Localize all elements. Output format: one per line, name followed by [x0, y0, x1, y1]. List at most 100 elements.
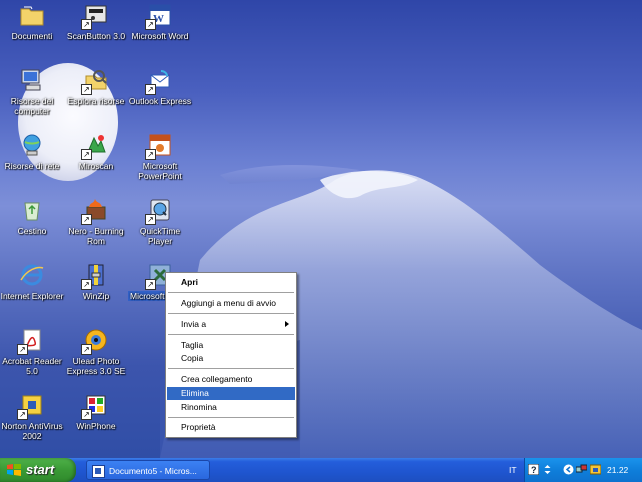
security-tray-icon[interactable] [590, 464, 601, 475]
taskbar: start Documento5 - Micros... IT ? 21.22 [0, 458, 642, 482]
shortcut-arrow-icon: ↗ [145, 84, 156, 95]
desktop-icon-winphone[interactable]: ↗ WinPhone [64, 392, 128, 431]
recycle-bin-icon [19, 197, 45, 223]
icon-label: Documenti [11, 31, 53, 41]
icon-label: Cestino [17, 226, 47, 236]
ulead-icon: ↗ [81, 327, 109, 355]
taskbar-button-documento5[interactable]: Documento5 - Micros... [86, 460, 210, 480]
icon-label: Nero - Burning Rom [68, 226, 124, 246]
icon-label: Acrobat Reader 5.0 [2, 356, 62, 376]
shortcut-arrow-icon: ↗ [81, 84, 92, 95]
shortcut-arrow-icon: ↗ [81, 149, 92, 160]
desktop-icon-documenti[interactable]: Documenti [0, 2, 64, 41]
desktop[interactable]: Documenti Risorse del computer Risorse d… [0, 0, 642, 458]
shortcut-arrow-icon: ↗ [81, 344, 92, 355]
desktop-icon-esplora-risorse[interactable]: ↗ Esplora risorse [64, 67, 128, 106]
desktop-icon-winzip[interactable]: ↗ WinZip [64, 262, 128, 301]
desktop-icon-acrobat-reader[interactable]: ↗ Acrobat Reader 5.0 [0, 327, 64, 376]
explorer-icon: ↗ [81, 67, 109, 95]
menu-separator [168, 292, 294, 293]
submenu-arrow-icon [285, 321, 289, 327]
shortcut-arrow-icon: ↗ [81, 409, 92, 420]
shortcut-arrow-icon: ↗ [145, 214, 156, 225]
icon-label: Microsoft PowerPoint [138, 161, 182, 181]
internet-explorer-icon [19, 262, 45, 288]
desktop-icon-cestino[interactable]: Cestino [0, 197, 64, 236]
desktop-icon-nero[interactable]: ↗ Nero - Burning Rom [64, 197, 128, 246]
language-indicator[interactable]: IT [509, 458, 517, 482]
menu-item-crea-collegamento[interactable]: Crea collegamento [167, 373, 295, 386]
menu-item-elimina[interactable]: Elimina [167, 387, 295, 400]
icon-label: Norton AntiVirus 2002 [1, 421, 63, 441]
menu-item-proprieta[interactable]: Proprietà [167, 421, 295, 434]
menu-item-apri[interactable]: Apri [167, 276, 295, 289]
menu-item-rinomina[interactable]: Rinomina [167, 401, 295, 414]
folder-icon [19, 2, 45, 28]
miroscan-icon: ↗ [81, 132, 109, 160]
quicktime-icon: ↗ [145, 197, 173, 225]
shortcut-arrow-icon: ↗ [17, 344, 28, 355]
desktop-icon-internet-explorer[interactable]: Internet Explorer [0, 262, 64, 301]
icon-label: Outlook Express [128, 96, 192, 106]
menu-item-invia-a[interactable]: Invia a [167, 318, 295, 331]
powerpoint-icon: ↗ [145, 132, 173, 160]
icon-label: WinPhone [76, 421, 116, 431]
menu-item-copia[interactable]: Copia [167, 352, 295, 365]
menu-separator [168, 417, 294, 418]
shortcut-arrow-icon: ↗ [145, 19, 156, 30]
icon-label: Risorse del computer [10, 96, 54, 116]
word-icon: W ↗ [145, 2, 173, 30]
menu-separator [168, 313, 294, 314]
start-button[interactable]: start [0, 458, 76, 482]
help-icon[interactable]: ? [528, 464, 539, 475]
desktop-icon-quicktime[interactable]: ↗ QuickTime Player [128, 197, 192, 246]
desktop-icon-risorse-computer[interactable]: Risorse del computer [0, 67, 64, 116]
winphone-icon: ↗ [81, 392, 109, 420]
shortcut-arrow-icon: ↗ [81, 279, 92, 290]
system-tray: ? 21.22 [524, 458, 642, 482]
shortcut-arrow-icon: ↗ [145, 279, 156, 290]
tray-arrows-icon[interactable] [542, 464, 553, 475]
desktop-icon-miroscan[interactable]: ↗ Miroscan [64, 132, 128, 171]
scanner-icon: ↗ [81, 2, 109, 30]
desktop-icon-word[interactable]: W ↗ Microsoft Word [128, 2, 192, 41]
desktop-icon-norton-antivirus[interactable]: ↗ Norton AntiVirus 2002 [0, 392, 64, 441]
desktop-icon-scanbutton[interactable]: ↗ ScanButton 3.0 [64, 2, 128, 41]
icon-label: Risorse di rete [4, 161, 60, 171]
shortcut-arrow-icon: ↗ [17, 409, 28, 420]
icon-label: Internet Explorer [0, 291, 64, 301]
start-label: start [26, 462, 55, 477]
icon-label: Esplora risorse [67, 96, 125, 106]
icon-label: Miroscan [78, 161, 114, 171]
winzip-icon: ↗ [81, 262, 109, 290]
outlook-express-icon: ↗ [145, 67, 173, 95]
norton-icon: ↗ [17, 392, 45, 420]
desktop-icon-outlook-express[interactable]: ↗ Outlook Express [128, 67, 192, 106]
network-icon [19, 132, 45, 158]
tray-expand-icon[interactable] [563, 464, 574, 475]
menu-item-aggiungi-menu-avvio[interactable]: Aggiungi a menu di avvio [167, 297, 295, 310]
acrobat-icon: ↗ [17, 327, 45, 355]
desktop-icon-risorse-rete[interactable]: Risorse di rete [0, 132, 64, 171]
icon-label: Ulead Photo Express 3.0 SE [66, 356, 126, 376]
nero-icon: ↗ [81, 197, 109, 225]
icon-label: Microsoft Word [131, 31, 189, 41]
menu-separator [168, 334, 294, 335]
taskbar-button-label: Documento5 - Micros... [109, 466, 197, 476]
clock[interactable]: 21.22 [607, 458, 628, 482]
shortcut-arrow-icon: ↗ [145, 149, 156, 160]
computer-icon [19, 67, 45, 93]
menu-separator [168, 368, 294, 369]
svg-text:?: ? [531, 465, 537, 475]
shortcut-arrow-icon: ↗ [81, 19, 92, 30]
windows-flag-icon [7, 464, 21, 476]
icon-label: WinZip [82, 291, 110, 301]
context-menu: Apri Aggiungi a menu di avvio Invia a Ta… [165, 272, 297, 438]
menu-item-taglia[interactable]: Taglia [167, 339, 295, 352]
network-tray-icon[interactable] [576, 464, 587, 475]
icon-label: QuickTime Player [139, 226, 181, 246]
word-document-icon [92, 465, 105, 478]
desktop-icon-ulead[interactable]: ↗ Ulead Photo Express 3.0 SE [64, 327, 128, 376]
icon-label: ScanButton 3.0 [66, 31, 126, 41]
desktop-icon-powerpoint[interactable]: ↗ Microsoft PowerPoint [128, 132, 192, 181]
